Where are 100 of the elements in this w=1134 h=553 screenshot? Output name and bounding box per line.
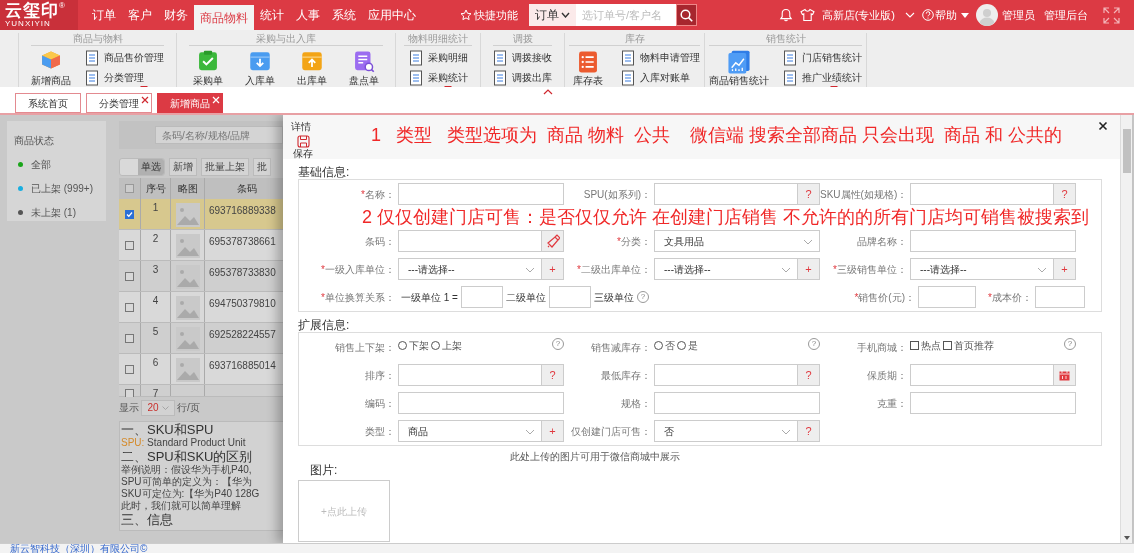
input-field[interactable] <box>1035 286 1085 308</box>
input-field[interactable] <box>910 364 1054 386</box>
checkbox[interactable] <box>943 341 952 350</box>
search-field[interactable]: 选订单号/客户名 <box>576 4 676 26</box>
add-button[interactable]: + <box>798 258 820 280</box>
radio-button[interactable] <box>431 341 440 350</box>
checkbox[interactable] <box>910 341 919 350</box>
nav-tab[interactable]: 统计 <box>254 0 290 30</box>
input-field[interactable] <box>654 183 798 205</box>
ribbon-button[interactable]: 采购单 <box>189 49 227 87</box>
help-button[interactable]: ? <box>798 420 820 442</box>
ribbon-button[interactable]: 商品销售统计 <box>709 49 769 87</box>
checkbox[interactable] <box>125 209 134 219</box>
radio-option[interactable]: 否 <box>654 338 675 353</box>
ribbon-menu-item[interactable]: 物料申请管理 <box>621 50 700 66</box>
add-button[interactable]: + <box>542 258 564 280</box>
input-field[interactable] <box>398 230 542 252</box>
radio-button[interactable] <box>398 341 407 350</box>
ribbon-menu-item[interactable]: 门店销售统计 <box>783 50 862 66</box>
ribbon-button[interactable]: 入库单 <box>241 49 279 87</box>
bell-icon[interactable] <box>778 8 793 22</box>
ribbon-menu-item[interactable]: 入库对账单 <box>621 70 700 86</box>
add-button[interactable]: + <box>542 420 564 442</box>
checkbox[interactable] <box>125 271 134 281</box>
add-button[interactable]: + <box>1054 258 1076 280</box>
store-dropdown[interactable]: 高新店(专业版) <box>821 6 915 24</box>
user-name[interactable]: 管理员 <box>1002 6 1035 24</box>
radio-option[interactable]: 下架 <box>398 338 429 353</box>
ribbon-menu-item[interactable]: 采购明细 <box>408 50 468 66</box>
avatar-icon[interactable] <box>976 4 998 26</box>
input-field[interactable] <box>654 392 820 414</box>
calendar-button[interactable] <box>1054 364 1076 386</box>
close-icon[interactable] <box>1098 121 1108 131</box>
quick-functions-button[interactable]: 快捷功能 <box>460 6 518 24</box>
radio-button[interactable] <box>677 341 686 350</box>
checkbox-option[interactable]: 热点 <box>910 338 941 353</box>
help-button[interactable]: ? <box>798 183 820 205</box>
select-field[interactable]: ---请选择-- <box>910 258 1054 280</box>
scrollbar-thumb[interactable] <box>1123 129 1131 173</box>
input-field[interactable] <box>460 286 503 308</box>
select-field[interactable]: 否 <box>654 420 798 442</box>
admin-link[interactable]: 管理后台 <box>1044 6 1088 24</box>
save-button[interactable]: 保存 <box>291 135 315 159</box>
select-field[interactable]: ---请选择-- <box>654 258 798 280</box>
scrollbar[interactable] <box>1120 115 1132 543</box>
ribbon-button[interactable]: 出库单 <box>293 49 331 87</box>
toggle-switch[interactable]: 单选 <box>119 157 165 176</box>
input-field[interactable] <box>910 230 1076 252</box>
checkbox[interactable] <box>125 333 134 343</box>
scroll-down-icon[interactable] <box>1124 536 1130 540</box>
fullscreen-icon[interactable] <box>1103 6 1120 24</box>
ribbon-menu-item[interactable]: 商品售价管理 <box>85 50 164 66</box>
radio-option[interactable]: 是 <box>677 338 698 353</box>
radio-button[interactable] <box>654 341 663 350</box>
nav-tab[interactable]: 系统 <box>326 0 362 30</box>
checkbox[interactable] <box>125 184 134 193</box>
toolbar-button[interactable]: 新增 <box>169 157 197 176</box>
input-field[interactable] <box>398 364 542 386</box>
help-menu[interactable]: 帮助 <box>922 6 969 24</box>
ribbon-button[interactable]: 新增商品 <box>31 49 71 87</box>
ribbon-menu-item[interactable]: 采购统计 <box>408 70 468 86</box>
input-field[interactable] <box>548 286 591 308</box>
search-field[interactable]: 条码/名称/规格/品牌 <box>155 126 283 144</box>
nav-tab[interactable]: 客户 <box>122 0 158 30</box>
help-button[interactable]: ? <box>1054 183 1076 205</box>
help-button[interactable]: ? <box>798 364 820 386</box>
select-field[interactable]: 商品 <box>398 420 542 442</box>
checkbox[interactable] <box>125 240 134 250</box>
input-field[interactable] <box>654 364 798 386</box>
shirt-icon[interactable] <box>799 8 815 22</box>
toolbar-button[interactable]: 批量上架 <box>201 157 249 176</box>
search-button[interactable] <box>676 4 697 26</box>
checkbox[interactable] <box>125 389 134 397</box>
input-field[interactable] <box>910 183 1054 205</box>
tab[interactable]: 分类管理 <box>86 93 152 113</box>
input-field[interactable] <box>918 286 976 308</box>
checkbox[interactable] <box>125 302 134 312</box>
nav-tab[interactable]: 商品物料 <box>194 5 254 30</box>
nav-tab[interactable]: 财务 <box>158 0 194 30</box>
ribbon-menu-item[interactable]: 调拨出库 <box>493 70 552 86</box>
select-field[interactable]: ---请选择-- <box>398 258 542 280</box>
ribbon-menu-item[interactable]: 分类管理 <box>85 70 164 86</box>
nav-tab[interactable]: 订单 <box>86 0 122 30</box>
ribbon-button[interactable]: 盘点单 <box>345 49 383 87</box>
input-field[interactable] <box>398 183 564 205</box>
radio-option[interactable]: 上架 <box>431 338 462 353</box>
help-button[interactable]: ? <box>542 364 564 386</box>
ribbon-button[interactable]: 库存表 <box>569 49 607 87</box>
status-filter-item[interactable]: 全部 <box>18 157 106 172</box>
page-size-select[interactable]: 20 <box>141 399 175 416</box>
checkbox[interactable] <box>125 364 134 374</box>
toolbar-button[interactable]: 批 <box>253 157 271 176</box>
tool-button[interactable] <box>542 230 564 252</box>
nav-tab[interactable]: 应用中心 <box>362 0 422 30</box>
tab[interactable]: 系统首页 <box>15 93 81 113</box>
input-field[interactable] <box>910 392 1076 414</box>
checkbox-option[interactable]: 首页推荐 <box>943 338 994 353</box>
input-field[interactable] <box>398 392 564 414</box>
ribbon-menu-item[interactable]: 调拨接收 <box>493 50 552 66</box>
status-filter-item[interactable]: 已上架 (999+) <box>18 181 106 196</box>
